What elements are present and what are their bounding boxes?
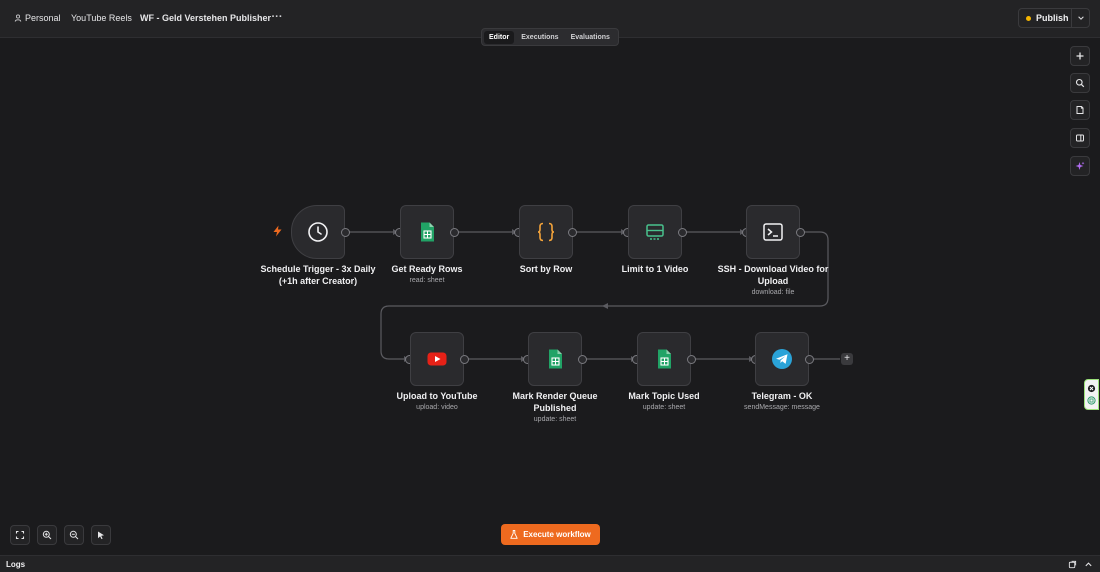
pointer-mode-button[interactable] (91, 525, 111, 545)
node-subtitle: sendMessage: message (744, 404, 820, 411)
breadcrumb-personal-label: Personal (25, 13, 61, 23)
node-title: Mark Render Queue Published (512, 391, 598, 413)
node-title: Telegram - OK (751, 391, 813, 401)
search-icon (1075, 78, 1085, 88)
extension-icon[interactable] (1087, 396, 1096, 405)
logs-bar[interactable]: Logs (0, 555, 1100, 572)
output-handle[interactable] (678, 228, 687, 237)
node-title: SSH - Download Video for Upload (717, 264, 829, 286)
google-sheets-icon (658, 349, 671, 369)
logs-label: Logs (6, 560, 26, 569)
node-subtitle: download: file (751, 289, 795, 296)
fit-view-icon (15, 530, 25, 540)
output-handle[interactable] (805, 355, 814, 364)
pointer-icon (98, 531, 104, 540)
search-nodes-button[interactable] (1070, 73, 1090, 93)
ai-assistant-button[interactable] (1070, 156, 1090, 176)
publish-button[interactable]: Publish (1019, 9, 1071, 27)
telegram-icon (772, 349, 792, 369)
sticky-note-icon (1076, 106, 1084, 114)
terminal-icon (763, 223, 783, 241)
zoom-out-button[interactable] (64, 525, 84, 545)
output-handle[interactable] (568, 228, 577, 237)
node-telegram-ok[interactable] (755, 332, 809, 386)
google-sheets-icon (421, 222, 434, 242)
tab-evaluations[interactable]: Evaluations (566, 31, 615, 44)
zoom-in-icon (42, 530, 52, 540)
tab-editor[interactable]: Editor (484, 30, 515, 44)
chevron-down-icon (1077, 16, 1084, 20)
node-title: Get Ready Rows (391, 264, 463, 274)
execute-workflow-button[interactable]: Execute workflow (501, 524, 600, 545)
node-mark-topic-used[interactable] (637, 332, 691, 386)
fit-view-button[interactable] (10, 525, 30, 545)
node-upload-to-youtube[interactable] (410, 332, 464, 386)
user-icon (14, 14, 22, 22)
trigger-bolt-icon (273, 225, 282, 237)
breadcrumb-folder[interactable]: YouTube Reels (71, 13, 132, 23)
node-get-ready-rows[interactable] (400, 205, 454, 259)
node-limit-to-1-video[interactable] (628, 205, 682, 259)
node-mark-render-queue-published[interactable] (528, 332, 582, 386)
node-title: Schedule Trigger - 3x Daily (+1h after C… (260, 264, 376, 286)
add-sticky-note-button[interactable] (1070, 100, 1090, 120)
chevron-up-icon[interactable] (1084, 560, 1093, 569)
output-handle[interactable] (578, 355, 587, 364)
view-tabs: Editor Executions Evaluations (481, 28, 619, 46)
zoom-out-icon (69, 530, 79, 540)
node-title: Sort by Row (519, 264, 573, 274)
pop-out-icon[interactable] (1068, 560, 1077, 569)
output-handle[interactable] (460, 355, 469, 364)
breadcrumb-personal[interactable]: Personal (14, 13, 61, 23)
toggle-panel-button[interactable] (1070, 128, 1090, 148)
limit-icon (646, 224, 664, 240)
unpublished-status-dot (1026, 15, 1031, 21)
panel-icon (1076, 134, 1084, 142)
publish-label: Publish (1036, 13, 1069, 23)
node-subtitle: update: sheet (533, 416, 577, 423)
output-handle[interactable] (796, 228, 805, 237)
youtube-icon (427, 352, 447, 366)
more-options-button[interactable]: ··· (270, 9, 284, 25)
node-ssh-download[interactable] (746, 205, 800, 259)
node-subtitle: upload: video (416, 404, 458, 411)
output-handle[interactable] (450, 228, 459, 237)
google-sheets-icon (549, 349, 562, 369)
publish-control: Publish (1018, 8, 1090, 28)
workflow-name[interactable]: WF - Geld Verstehen Publisher (140, 13, 271, 23)
node-title: Limit to 1 Video (621, 264, 689, 274)
code-braces-icon (537, 222, 555, 242)
publish-dropdown-button[interactable] (1071, 9, 1089, 27)
add-next-node-button[interactable]: + (841, 353, 853, 365)
node-sort-by-row[interactable] (519, 205, 573, 259)
node-title: Upload to YouTube (396, 391, 478, 401)
clock-icon (308, 222, 328, 242)
zoom-in-button[interactable] (37, 525, 57, 545)
output-handle[interactable] (341, 228, 350, 237)
flask-icon (510, 530, 518, 539)
node-subtitle: update: sheet (642, 404, 686, 411)
close-circle-icon[interactable] (1087, 384, 1096, 393)
plus-icon (1076, 52, 1084, 60)
add-node-button[interactable] (1070, 46, 1090, 66)
tab-executions[interactable]: Executions (516, 31, 563, 44)
node-title: Mark Topic Used (628, 391, 700, 401)
arrow-head (602, 303, 608, 309)
output-handle[interactable] (687, 355, 696, 364)
execute-workflow-label: Execute workflow (523, 530, 591, 539)
node-subtitle: read: sheet (409, 277, 445, 284)
connections-layer (349, 229, 840, 362)
node-schedule-trigger[interactable] (291, 205, 345, 259)
side-extension-tab[interactable] (1084, 379, 1099, 410)
ai-sparkle-icon (1075, 161, 1085, 170)
